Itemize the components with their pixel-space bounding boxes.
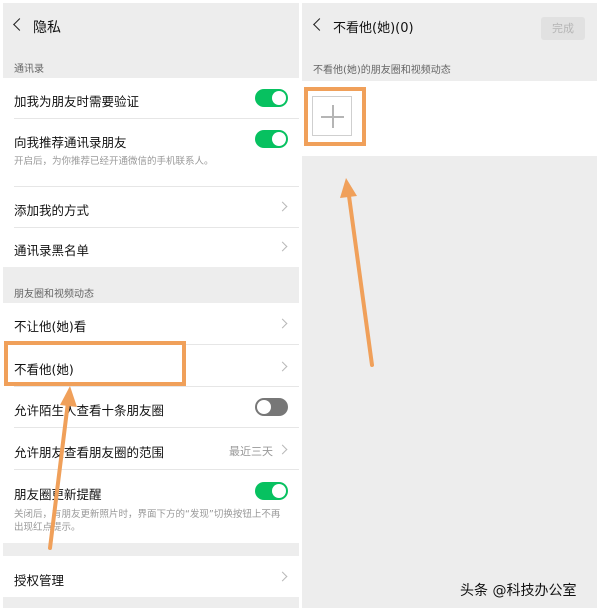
arrow-line-right [347,194,374,367]
watermark: 头条 @科技办公室 [460,583,577,599]
screenshot-composite: 隐私 通讯录 加我为朋友时需要验证 向我推荐通讯录朋友 开启后，为你推荐已经开通… [0,0,600,611]
arrow-head-right [340,178,357,198]
annotation-arrows [48,178,374,550]
arrow-line-left [48,400,70,550]
arrow-head-left [60,386,77,407]
